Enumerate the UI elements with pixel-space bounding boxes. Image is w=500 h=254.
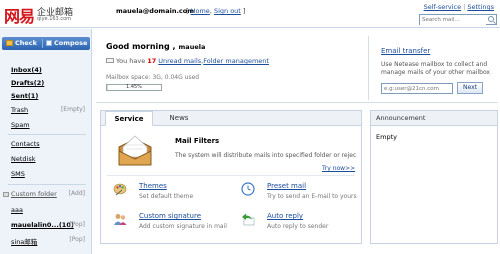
greeting: Good morning , mauela [106, 42, 205, 51]
user-email: mauela@domain.com [116, 7, 195, 15]
sidebar-divider [8, 184, 86, 185]
users-icon [114, 214, 127, 225]
sidebar-item-custom-folder[interactable]: Custom folder [11, 190, 57, 198]
mail-filter-icon [118, 135, 152, 166]
section-divider [96, 102, 498, 103]
sidebar-item-aaa[interactable]: aaa [11, 206, 23, 214]
sidebar-divider [8, 134, 86, 135]
unread-count: 17 [147, 57, 157, 65]
separator: | [463, 3, 466, 11]
sidebar-item-inbox[interactable]: Inbox(4) [11, 66, 42, 74]
auto-reply-link[interactable]: Auto reply [267, 212, 303, 220]
sidebar-item-contacts[interactable]: Contacts [11, 140, 40, 148]
empty-trash-link[interactable]: [Empty] [61, 106, 85, 113]
announcement-panel: Announcement Empty [370, 110, 498, 244]
compose-icon [46, 40, 52, 46]
pop-link[interactable]: [Pop] [69, 221, 85, 228]
service-divider [107, 175, 355, 176]
next-button[interactable]: Next [457, 82, 483, 94]
sidebar-item-trash[interactable]: Trash [11, 106, 28, 114]
preset-mail-description: Try to send an E-mail to yours [267, 193, 357, 200]
custom-signature-link[interactable]: Custom signature [139, 212, 201, 220]
greeting-username: mauela [178, 43, 206, 51]
email-transfer-description: Use Netease mailbox to collect and manag… [381, 61, 490, 76]
preset-mail-link[interactable]: Preset mail [267, 182, 306, 190]
pop-link[interactable]: [Pop] [69, 236, 85, 243]
sidebar-item-sms[interactable]: SMS [11, 170, 25, 178]
compose-button[interactable]: Compose [46, 39, 87, 48]
custom-signature-description: Add custom signature in mail [139, 223, 227, 230]
sidebar-item-sina[interactable]: sina邮箱 [11, 236, 37, 246]
themes-link[interactable]: Themes [139, 182, 167, 190]
auto-reply-item: Auto reply Auto reply to sender [241, 212, 361, 234]
sidebar-item-spam[interactable]: Spam [11, 121, 30, 129]
unread-mails-link[interactable]: Unread mails [158, 57, 201, 65]
folder-management-link[interactable]: Folder management [203, 57, 269, 65]
action-bar: Check Compose [2, 37, 90, 50]
reply-arrow-icon [242, 213, 255, 226]
sign-out-link[interactable]: Sign out [214, 7, 241, 15]
themes-description: Set default theme [139, 193, 194, 200]
palette-icon [113, 183, 127, 196]
unread-prefix: You have [116, 57, 146, 65]
sidebar-item-mauelalin[interactable]: mauelalin0...(10) [11, 221, 74, 229]
logo-domain: qiye.163.com [37, 16, 71, 22]
custom-signature-item: Custom signature Add custom signature in… [113, 212, 233, 234]
sidebar-item-drafts[interactable]: Drafts(2) [11, 79, 44, 87]
usage-percent: 1.45% [126, 84, 142, 90]
email-transfer-title[interactable]: Email transfer [381, 47, 430, 55]
try-now-link[interactable]: Try now>> [322, 165, 355, 172]
top-right-links: Self-service | Settings [424, 3, 494, 11]
announcement-title: Announcement [371, 111, 497, 126]
mail-filters-title: Mail Filters [175, 137, 220, 145]
mailbox-space-label: Mailbox space: 3G, 0.04G used [106, 74, 200, 81]
service-panel: Service News Mail Filters The system wil… [100, 110, 362, 244]
themes-item: Themes Set default theme [113, 182, 233, 204]
preset-mail-item: Preset mail Try to send an E-mail to you… [241, 182, 361, 204]
service-tabs: Service News [101, 111, 361, 126]
divider [42, 39, 43, 48]
unread-line: You have 17 Unread mails,Folder management [106, 57, 269, 65]
search-icon[interactable] [488, 16, 494, 22]
add-folder-link[interactable]: [Add] [69, 190, 85, 197]
greeting-text: Good morning , [106, 42, 176, 51]
home-link[interactable]: Home [191, 7, 210, 15]
sidebar-item-netdisk[interactable]: Netdisk [11, 155, 36, 163]
announcement-body: Empty [376, 133, 397, 141]
header-links: [ Home, Sign out ] [186, 7, 245, 15]
self-service-link[interactable]: Self-service [424, 3, 462, 11]
clock-icon [241, 182, 255, 196]
sidebar: Check Compose Inbox(4) Drafts(2) Sent(1)… [0, 29, 92, 254]
auto-reply-description: Auto reply to sender [267, 223, 329, 230]
envelope-icon [106, 58, 114, 63]
check-mail-icon [6, 40, 13, 46]
netease-logo[interactable]: 网易 企业邮箱 qiye.163.com [4, 3, 90, 26]
mailbox-usage-bar: 1.45% [106, 84, 162, 91]
top-header: 网易 企业邮箱 qiye.163.com mauela@domain.com [… [0, 0, 500, 28]
mail-filters-description: The system will distribute mails into sp… [175, 152, 357, 159]
section-divider [368, 36, 369, 100]
search-box [419, 14, 497, 25]
check-button[interactable]: Check [6, 39, 37, 48]
compose-label: Compose [54, 39, 88, 47]
settings-link[interactable]: Settings [467, 3, 494, 11]
transfer-email-input[interactable] [381, 83, 453, 94]
logo-brand-text: 网易 [4, 7, 35, 26]
tab-news[interactable]: News [159, 111, 199, 126]
sidebar-item-sent[interactable]: Sent(1) [11, 92, 38, 100]
tab-service[interactable]: Service [105, 111, 153, 126]
search-input[interactable] [420, 15, 486, 25]
links-close-bracket: ] [240, 7, 246, 15]
folder-icon [3, 192, 9, 197]
check-label: Check [15, 39, 37, 47]
